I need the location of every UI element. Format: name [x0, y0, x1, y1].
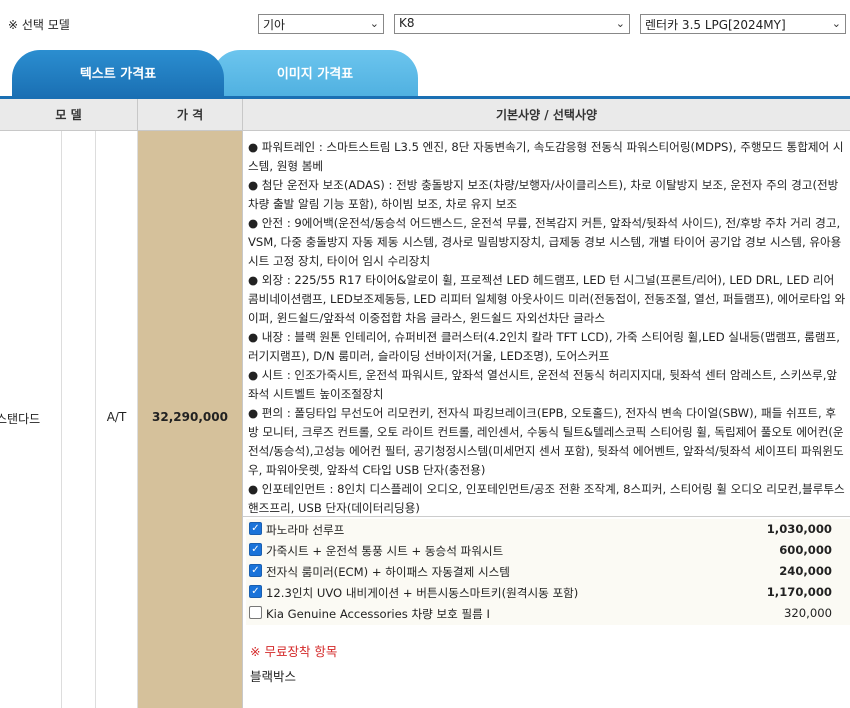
option-price: 320,000 — [784, 606, 832, 620]
spec-line: ● 시트 : 인조가죽시트, 운전석 파워시트, 앞좌석 열선시트, 운전석 전… — [248, 368, 838, 401]
spec-line: ● 첨단 운전자 보조(ADAS) : 전방 충돌방지 보조(차량/보행자/사이… — [248, 178, 839, 211]
blank-cell — [62, 131, 96, 708]
option-row[interactable]: ✓ 가죽시트 + 운전석 통풍 시트 + 동승석 파워시트 600,000 — [246, 540, 850, 561]
trim-cell: 스탠다드 — [0, 131, 62, 708]
header-spec: 기본사양 / 선택사양 — [243, 99, 850, 131]
checkbox-checked[interactable]: ✓ — [249, 522, 262, 535]
option-price: 240,000 — [779, 564, 832, 578]
spec-line: ● 인포테인먼트 : 8인치 디스플레이 오디오, 인포테인먼트/공조 전환 조… — [248, 482, 845, 515]
checkbox-checked[interactable]: ✓ — [249, 585, 262, 598]
price-tabs: 이미지 가격표 텍스트 가격표 — [0, 50, 850, 98]
option-list: ✓ 파노라마 선루프 1,030,000 ✓ 가죽시트 + 운전석 통풍 시트 … — [246, 519, 850, 625]
spec-list: ● 파워트레인 : 스마트스트림 L3.5 엔진, 8단 자동변속기, 속도감응… — [248, 138, 846, 518]
selector-label: ※ 선택 모델 — [8, 18, 70, 32]
chevron-down-icon: ⌄ — [831, 17, 841, 30]
trim-select[interactable]: 렌터카 3.5 LPG[2024MY] ⌄ — [640, 14, 846, 34]
options-divider — [243, 516, 850, 517]
tab-text-price[interactable]: 텍스트 가격표 — [12, 50, 224, 98]
option-name: 12.3인치 UVO 내비게이션 + 버튼시동스마트키(원격시동 포함) — [266, 586, 579, 600]
option-row[interactable]: Kia Genuine Accessories 차량 보호 필름 I 320,0… — [246, 603, 850, 624]
header-model: 모 델 — [0, 99, 138, 131]
option-row[interactable]: ✓ 파노라마 선루프 1,030,000 — [246, 519, 850, 540]
spec-line: ● 파워트레인 : 스마트스트림 L3.5 엔진, 8단 자동변속기, 속도감응… — [248, 140, 844, 173]
spec-line: ● 안전 : 9에어백(운전석/동승석 어드밴스드, 운전석 무릎, 전복감지 … — [248, 216, 842, 268]
spec-line: ● 편의 : 폴딩타입 무선도어 리모컨키, 전자식 파킹브레이크(EPB, 오… — [248, 406, 844, 477]
trim-select-value: 렌터카 3.5 LPG[2024MY] — [645, 18, 786, 32]
transmission-value: A/T — [106, 410, 127, 424]
option-price: 1,030,000 — [766, 522, 832, 536]
option-name: Kia Genuine Accessories 차량 보호 필름 I — [266, 607, 490, 621]
transmission-cell: A/T — [96, 131, 138, 708]
header-price: 가 격 — [138, 99, 243, 131]
brand-select[interactable]: 기아 ⌄ — [258, 14, 384, 34]
option-price: 600,000 — [779, 543, 832, 557]
base-price: 32,290,000 — [152, 410, 228, 424]
option-name: 파노라마 선루프 — [266, 523, 345, 537]
spec-line: ● 외장 : 225/55 R17 타이어&알로이 휠, 프로젝션 LED 헤드… — [248, 273, 846, 325]
option-price: 1,170,000 — [766, 585, 832, 599]
checkbox-checked[interactable]: ✓ — [249, 543, 262, 556]
trim-name: 스탠다드 — [0, 412, 41, 426]
brand-select-value: 기아 — [263, 18, 286, 32]
chevron-down-icon: ⌄ — [615, 17, 625, 30]
spec-line: ● 내장 : 블랙 원톤 인테리어, 슈퍼비젼 클러스터(4.2인치 칼라 TF… — [248, 330, 840, 363]
model-select[interactable]: K8 ⌄ — [394, 14, 630, 34]
free-install-item: 블랙박스 — [250, 669, 297, 684]
tab-image-price[interactable]: 이미지 가격표 — [212, 50, 418, 98]
model-select-value: K8 — [399, 16, 415, 30]
price-cell: 32,290,000 — [138, 131, 243, 708]
option-name: 가죽시트 + 운전석 통풍 시트 + 동승석 파워시트 — [266, 544, 504, 558]
checkbox-checked[interactable]: ✓ — [249, 564, 262, 577]
chevron-down-icon: ⌄ — [369, 17, 379, 30]
model-selector-bar: ※ 선택 모델 기아 ⌄ K8 ⌄ 렌터카 3.5 LPG[2024MY] ⌄ — [0, 0, 850, 48]
option-name: 전자식 룸미러(ECM) + 하이패스 자동결제 시스템 — [266, 565, 510, 579]
option-row[interactable]: ✓ 전자식 룸미러(ECM) + 하이패스 자동결제 시스템 240,000 — [246, 561, 850, 582]
option-row[interactable]: ✓ 12.3인치 UVO 내비게이션 + 버튼시동스마트키(원격시동 포함) 1… — [246, 582, 850, 603]
free-install-title: ※ 무료장착 항목 — [250, 644, 338, 659]
checkbox-unchecked[interactable] — [249, 606, 262, 619]
